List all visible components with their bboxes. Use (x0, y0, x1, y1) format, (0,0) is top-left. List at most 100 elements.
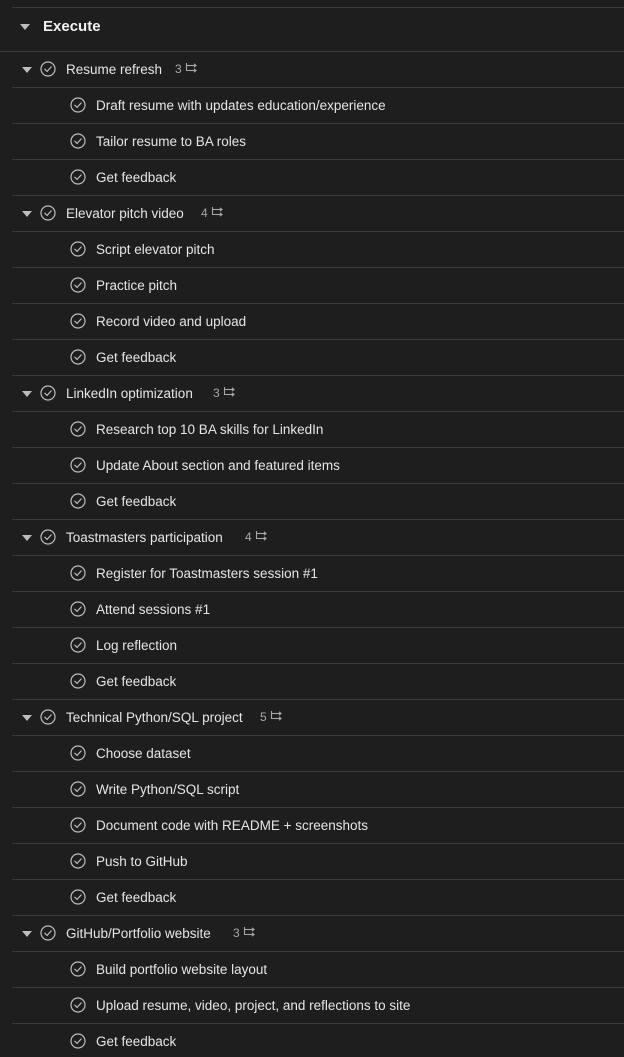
task-row[interactable]: Document code with README + screenshots (12, 808, 624, 844)
task-group-title[interactable]: Resume refresh (66, 62, 162, 77)
task-group-row[interactable]: LinkedIn optimization 3 (12, 376, 624, 412)
task-group-title[interactable]: GitHub/Portfolio website (66, 926, 211, 941)
check-circle-icon[interactable] (70, 601, 86, 617)
task-title[interactable]: Choose dataset (96, 746, 191, 761)
check-circle-icon[interactable] (70, 853, 86, 869)
task-row[interactable]: Record video and upload (12, 304, 624, 340)
task-group-title[interactable]: LinkedIn optimization (66, 386, 193, 401)
task-title[interactable]: Tailor resume to BA roles (96, 134, 246, 149)
task-title[interactable]: Get feedback (96, 674, 176, 689)
task-row[interactable]: Script elevator pitch (12, 232, 624, 268)
subtask-icon (255, 530, 268, 544)
task-title[interactable]: Draft resume with updates education/expe… (96, 98, 386, 113)
section-header[interactable]: Execute (0, 8, 624, 52)
check-circle-icon[interactable] (70, 133, 86, 149)
task-title[interactable]: Build portfolio website layout (96, 962, 267, 977)
chevron-down-icon[interactable] (22, 211, 32, 217)
task-title[interactable]: Practice pitch (96, 278, 177, 293)
check-circle-icon[interactable] (40, 925, 56, 941)
task-row[interactable]: Get feedback (12, 484, 624, 520)
check-circle-icon[interactable] (70, 421, 86, 437)
check-circle-icon[interactable] (70, 349, 86, 365)
task-group-title[interactable]: Elevator pitch video (66, 206, 184, 221)
check-circle-icon[interactable] (70, 169, 86, 185)
check-circle-icon[interactable] (40, 385, 56, 401)
subtask-count-value: 3 (233, 926, 240, 940)
task-title[interactable]: Write Python/SQL script (96, 782, 239, 797)
check-circle-icon[interactable] (70, 961, 86, 977)
check-circle-icon[interactable] (70, 781, 86, 797)
task-title[interactable]: Get feedback (96, 170, 176, 185)
check-circle-icon[interactable] (70, 745, 86, 761)
task-title[interactable]: Log reflection (96, 638, 177, 653)
task-row[interactable]: Tailor resume to BA roles (12, 124, 624, 160)
task-title[interactable]: Push to GitHub (96, 854, 188, 869)
check-circle-icon[interactable] (70, 277, 86, 293)
subtask-icon (211, 206, 224, 220)
check-circle-icon[interactable] (70, 493, 86, 509)
check-circle-icon[interactable] (70, 1033, 86, 1049)
task-row[interactable]: Upload resume, video, project, and refle… (12, 988, 624, 1024)
task-title[interactable]: Script elevator pitch (96, 242, 215, 257)
task-row[interactable]: Log reflection (12, 628, 624, 664)
check-circle-icon[interactable] (40, 529, 56, 545)
task-row[interactable]: Push to GitHub (12, 844, 624, 880)
task-row[interactable]: Get feedback (12, 1024, 624, 1057)
task-row[interactable]: Practice pitch (12, 268, 624, 304)
check-circle-icon[interactable] (70, 817, 86, 833)
task-title[interactable]: Update About section and featured items (96, 458, 340, 473)
check-circle-icon[interactable] (40, 709, 56, 725)
task-row[interactable]: Draft resume with updates education/expe… (12, 88, 624, 124)
subtask-count: 3 (233, 926, 256, 940)
check-circle-icon[interactable] (70, 457, 86, 473)
task-group-row[interactable]: Technical Python/SQL project 5 (12, 700, 624, 736)
check-circle-icon[interactable] (40, 205, 56, 221)
task-row[interactable]: Write Python/SQL script (12, 772, 624, 808)
check-circle-icon[interactable] (70, 637, 86, 653)
task-title[interactable]: Attend sessions #1 (96, 602, 210, 617)
task-row[interactable]: Attend sessions #1 (12, 592, 624, 628)
task-group-row[interactable]: Toastmasters participation 4 (12, 520, 624, 556)
check-circle-icon[interactable] (70, 565, 86, 581)
task-group-title[interactable]: Toastmasters participation (66, 530, 223, 545)
chevron-down-icon[interactable] (20, 24, 30, 30)
chevron-down-icon[interactable] (22, 535, 32, 541)
task-title[interactable]: Get feedback (96, 350, 176, 365)
task-title[interactable]: Register for Toastmasters session #1 (96, 566, 318, 581)
chevron-down-icon[interactable] (22, 715, 32, 721)
check-circle-icon[interactable] (70, 97, 86, 113)
check-circle-icon[interactable] (70, 889, 86, 905)
task-row[interactable]: Get feedback (12, 664, 624, 700)
task-title[interactable]: Upload resume, video, project, and refle… (96, 998, 410, 1013)
check-circle-icon[interactable] (70, 997, 86, 1013)
check-circle-icon[interactable] (70, 673, 86, 689)
task-row[interactable]: Register for Toastmasters session #1 (12, 556, 624, 592)
chevron-down-icon[interactable] (22, 391, 32, 397)
task-row[interactable]: Build portfolio website layout (12, 952, 624, 988)
task-title[interactable]: Record video and upload (96, 314, 246, 329)
check-circle-icon[interactable] (40, 61, 56, 77)
subtask-count: 3 (213, 386, 236, 400)
chevron-down-icon[interactable] (22, 931, 32, 937)
task-row[interactable]: Get feedback (12, 880, 624, 916)
task-page: Execute Resume refresh 3 Draft resume with… (0, 0, 624, 1057)
task-title[interactable]: Document code with README + screenshots (96, 818, 368, 833)
task-row[interactable]: Get feedback (12, 160, 624, 196)
task-row[interactable]: Choose dataset (12, 736, 624, 772)
task-row[interactable]: Research top 10 BA skills for LinkedIn (12, 412, 624, 448)
task-title[interactable]: Get feedback (96, 494, 176, 509)
task-group-title[interactable]: Technical Python/SQL project (66, 710, 243, 725)
task-group-row[interactable]: GitHub/Portfolio website 3 (12, 916, 624, 952)
task-title[interactable]: Get feedback (96, 890, 176, 905)
task-row[interactable]: Get feedback (12, 340, 624, 376)
subtask-count-value: 5 (260, 710, 267, 724)
subtask-count: 5 (260, 710, 283, 724)
chevron-down-icon[interactable] (22, 67, 32, 73)
check-circle-icon[interactable] (70, 241, 86, 257)
task-title[interactable]: Get feedback (96, 1034, 176, 1049)
task-group-row[interactable]: Elevator pitch video 4 (12, 196, 624, 232)
check-circle-icon[interactable] (70, 313, 86, 329)
task-group-row[interactable]: Resume refresh 3 (12, 52, 624, 88)
task-row[interactable]: Update About section and featured items (12, 448, 624, 484)
task-title[interactable]: Research top 10 BA skills for LinkedIn (96, 422, 323, 437)
